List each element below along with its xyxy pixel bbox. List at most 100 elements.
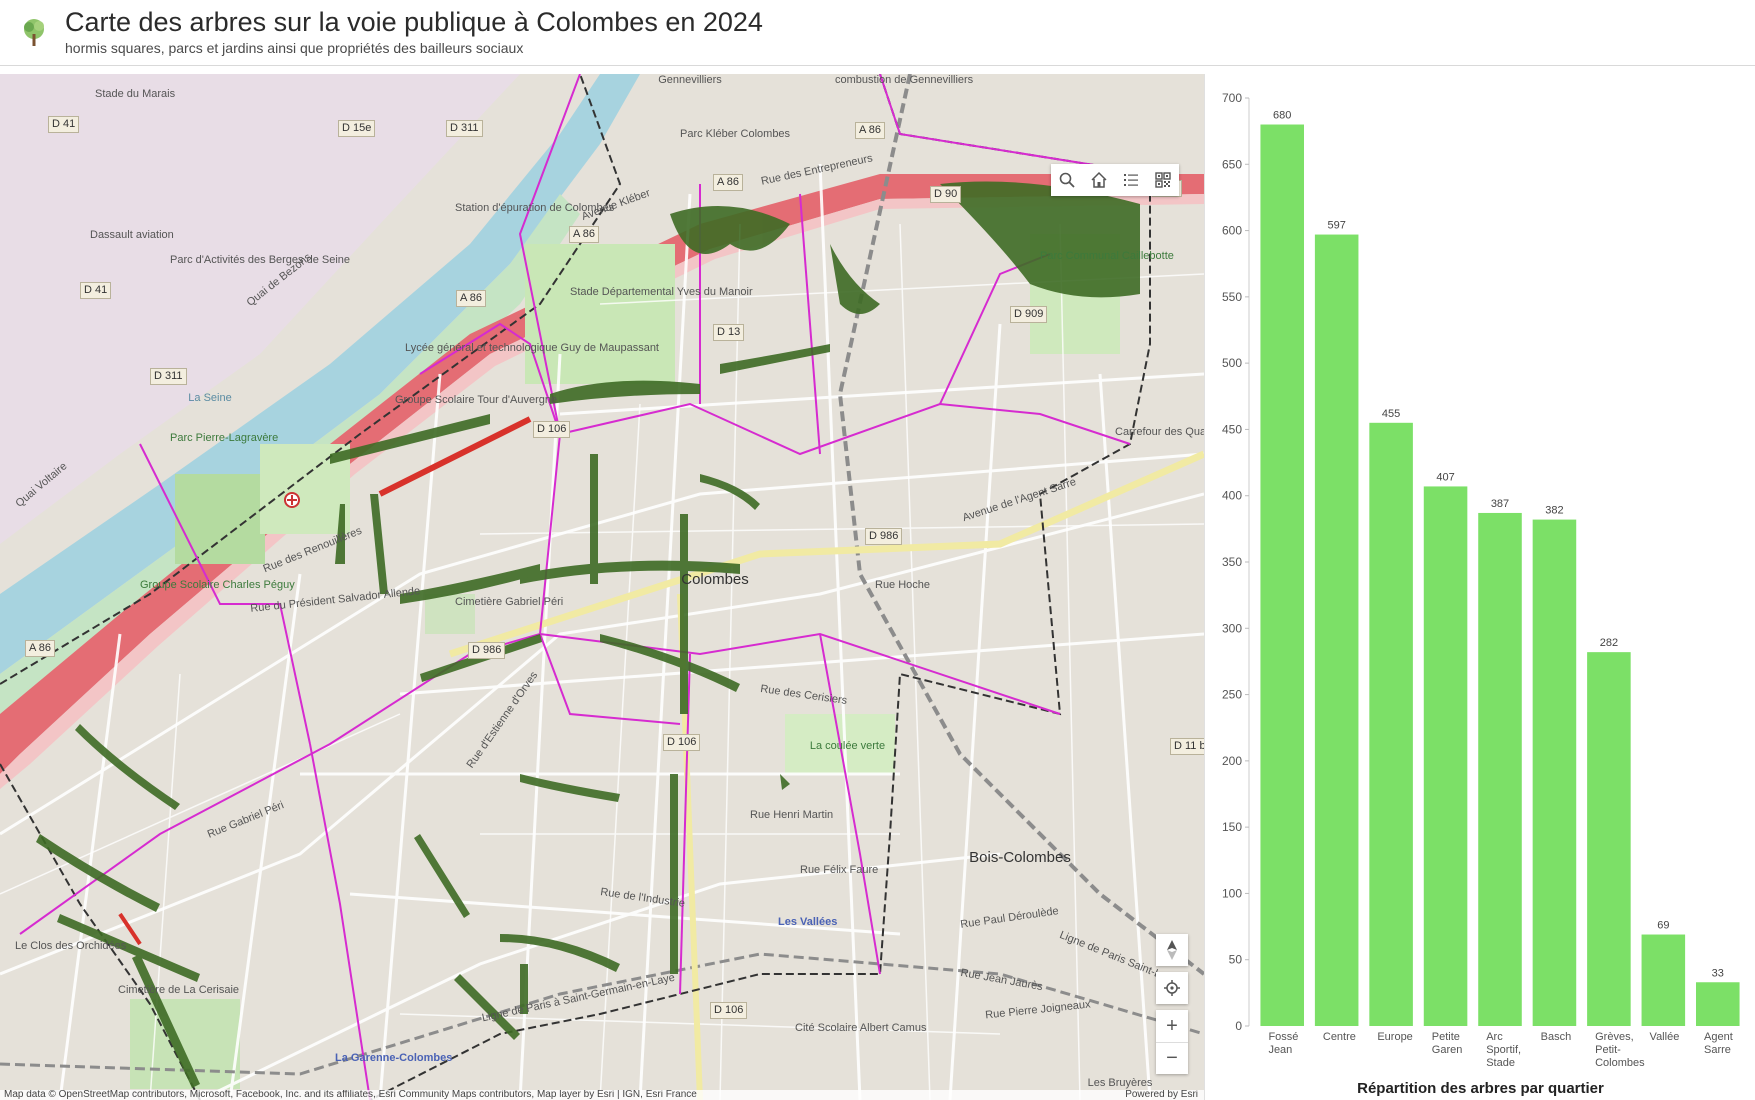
y-tick-label: 450 (1222, 422, 1242, 436)
category-label: Jean (1268, 1044, 1292, 1056)
legend-button[interactable] (1115, 164, 1147, 196)
place-label: Gennevilliers (658, 74, 722, 86)
road-badge: A 86 (569, 226, 600, 243)
zoom-widget: + − (1156, 1010, 1188, 1074)
place-label: Parc Communal Caillebotte (1040, 250, 1174, 262)
locate-button[interactable] (1156, 972, 1188, 1004)
place-label: Les Bruyères (1087, 1077, 1153, 1089)
list-icon (1124, 174, 1138, 186)
y-tick-label: 300 (1222, 621, 1242, 635)
y-tick-label: 150 (1222, 820, 1242, 834)
locate-icon (1164, 980, 1180, 996)
chart-title: Répartition des arbres par quartier (1357, 1080, 1604, 1097)
bar-chart: 0 50 100 150 200 250 300 350 400 450 500 550 600 650 7… (1222, 91, 1740, 1069)
road-badge: D 986 (865, 528, 903, 545)
y-tick-label: 100 (1222, 886, 1242, 900)
place-label-colombes: Colombes (681, 571, 749, 588)
zoom-out-button[interactable]: − (1156, 1042, 1188, 1074)
y-tick-label: 700 (1222, 91, 1242, 105)
map-attribution: Map data © OpenStreetMap contributors, M… (0, 1090, 1204, 1100)
locate-widget (1156, 972, 1188, 1004)
basemap-gallery-button[interactable] (1147, 164, 1179, 196)
bar-value-label: 455 (1382, 408, 1400, 420)
category-label: Colombes (1595, 1057, 1645, 1069)
y-tick-label: 500 (1222, 356, 1242, 370)
zoom-in-button[interactable]: + (1156, 1010, 1188, 1042)
page-title: Carte des arbres sur la voie publique à … (65, 7, 763, 37)
bar-value-label: 387 (1491, 498, 1509, 510)
bar (1478, 512, 1522, 1026)
category-label: Petit- (1595, 1044, 1621, 1056)
street-label: Rue Félix Faure (800, 864, 879, 876)
road-badge: D 15e (338, 120, 376, 137)
street-label: Rue Henri Martin (750, 809, 834, 821)
river-label: La Seine (188, 392, 232, 404)
home-icon (1091, 171, 1107, 188)
bar (1369, 422, 1413, 1026)
bar-value-label: 680 (1273, 110, 1291, 122)
attribution-text: Map data © OpenStreetMap contributors, M… (4, 1090, 697, 1100)
bar-value-label: 597 (1327, 220, 1345, 232)
road-badge: D 90 (930, 186, 962, 203)
y-tick-label: 650 (1222, 157, 1242, 171)
category-label: Basch (1541, 1031, 1572, 1043)
map-view[interactable]: Stade du Marais Dassault aviation Parc d… (0, 74, 1204, 1100)
bar (1423, 486, 1468, 1026)
road-badge: A 86 (456, 290, 487, 307)
place-label: combustion de Gennevilliers (835, 74, 974, 86)
place-label: Groupe Scolaire Charles Péguy (140, 579, 295, 591)
bar-value-label: 407 (1436, 471, 1454, 483)
compass-button[interactable] (1156, 934, 1188, 966)
bar (1696, 982, 1740, 1026)
search-button[interactable] (1051, 164, 1083, 196)
y-tick-label: 550 (1222, 290, 1242, 304)
place-label: Parc d'Activités des Berges de Seine (170, 254, 351, 266)
y-tick-label: 50 (1229, 953, 1243, 967)
place-label-bois-colombes: Bois-Colombes (969, 849, 1071, 866)
station-label: Les Vallées (778, 916, 838, 928)
search-icon (1059, 172, 1075, 188)
y-tick-label: 0 (1235, 1019, 1242, 1033)
y-tick-label: 400 (1222, 489, 1242, 503)
place-label: Groupe Scolaire Tour d'Auvergne (395, 394, 557, 406)
chart-panel: 0 50 100 150 200 250 300 350 400 450 500 550 600 650 7… (1204, 74, 1755, 1100)
compass-icon (1167, 940, 1177, 960)
place-label: La coulée verte (809, 740, 886, 752)
category-label: Centre (1323, 1031, 1356, 1043)
road-badge: D 41 (80, 282, 112, 299)
category-label: Agent (1704, 1031, 1733, 1043)
street-label: Rue Hoche (875, 579, 931, 591)
place-label: Stade du Marais (95, 88, 176, 100)
category-label: Fossé (1268, 1031, 1298, 1043)
road-badge: D 106 (533, 421, 571, 438)
road-badge: D 13 (713, 324, 745, 341)
page-subtitle: hormis squares, parcs et jardins ainsi q… (65, 40, 524, 56)
category-label: Stade (1486, 1057, 1515, 1069)
station-label: La Garenne-Colombes (335, 1052, 453, 1064)
app-header: Carte des arbres sur la voie publique à … (0, 0, 1755, 66)
category-label: Garen (1432, 1044, 1463, 1056)
map-toolbar (1051, 164, 1179, 196)
category-label: Petite (1432, 1031, 1460, 1043)
road-badge: A 86 (713, 174, 744, 191)
y-tick-label: 250 (1222, 688, 1242, 702)
bar (1641, 934, 1686, 1026)
road-badge: D 909 (1010, 306, 1048, 323)
y-tick-label: 600 (1222, 224, 1242, 238)
road-badge: D 311 (446, 120, 483, 137)
bar (1260, 124, 1304, 1026)
road-badge: A 86 (855, 122, 886, 139)
place-label: Lycée général et technologique Guy de Ma… (405, 342, 659, 354)
category-label: Europe (1377, 1031, 1412, 1043)
powered-by-link[interactable]: Powered by Esri (1125, 1090, 1198, 1100)
category-label: Grèves, (1595, 1031, 1634, 1043)
road-badge: D 986 (468, 642, 506, 659)
road-badge: D 11 b (1170, 738, 1204, 755)
place-label: Station d'épuration de Colombes (455, 202, 615, 214)
bar (1532, 519, 1577, 1026)
home-button[interactable] (1083, 164, 1115, 196)
road-badge: A 86 (25, 640, 56, 657)
qr-grid-icon (1155, 172, 1171, 188)
compass-widget (1156, 934, 1188, 966)
y-tick-label: 200 (1222, 754, 1242, 768)
